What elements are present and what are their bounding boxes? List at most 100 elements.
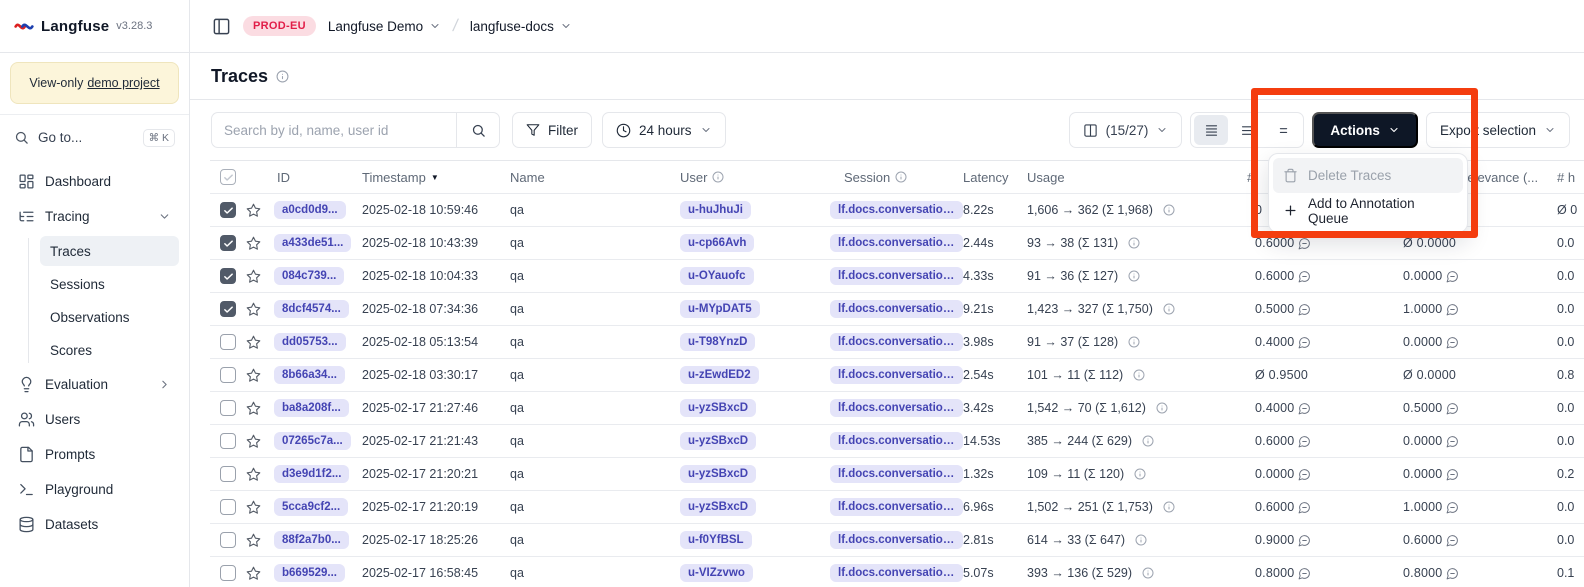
sidebar-item-scores[interactable]: Scores xyxy=(40,335,179,365)
demo-project-link[interactable]: demo project xyxy=(87,76,159,90)
row-checkbox[interactable] xyxy=(220,466,236,482)
star-icon[interactable] xyxy=(246,500,261,515)
star-icon[interactable] xyxy=(246,335,261,350)
sidebar-item-datasets[interactable]: Datasets xyxy=(10,509,179,540)
session-badge[interactable]: lf.docs.conversation... xyxy=(830,333,963,351)
table-row[interactable]: ba8a208f... 2025-02-17 21:27:46 qa u-yzS… xyxy=(210,392,1584,425)
export-selection-button[interactable]: Export selection xyxy=(1426,112,1570,148)
column-visibility-button[interactable]: (15/27) xyxy=(1069,112,1183,148)
row-height-large-button[interactable] xyxy=(1266,115,1300,145)
star-icon[interactable] xyxy=(246,302,261,317)
session-badge[interactable]: lf.docs.conversation... xyxy=(830,465,963,483)
user-badge[interactable]: u-f0YfBSL xyxy=(680,531,752,549)
sidebar-item-sessions[interactable]: Sessions xyxy=(40,269,179,299)
session-badge[interactable]: lf.docs.conversation... xyxy=(830,366,963,384)
star-icon[interactable] xyxy=(246,269,261,284)
trace-id-badge[interactable]: b669529... xyxy=(274,564,345,582)
user-badge[interactable]: u-yzSBxcD xyxy=(680,465,756,483)
user-badge[interactable]: u-cp66Avh xyxy=(680,234,754,252)
user-badge[interactable]: u-T98YnzD xyxy=(680,333,755,351)
table-row[interactable]: b669529... 2025-02-17 16:58:45 qa u-VIZz… xyxy=(210,557,1584,587)
table-row[interactable]: dd05753... 2025-02-18 05:13:54 qa u-T98Y… xyxy=(210,326,1584,359)
session-badge[interactable]: lf.docs.conversation... xyxy=(830,201,963,219)
trace-id-badge[interactable]: 8dcf4574... xyxy=(274,300,349,318)
sidebar-item-playground[interactable]: Playground xyxy=(10,474,179,505)
user-badge[interactable]: u-yzSBxcD xyxy=(680,432,756,450)
table-row[interactable]: 8b66a34... 2025-02-18 03:30:17 qa u-zEwd… xyxy=(210,359,1584,392)
row-checkbox[interactable] xyxy=(220,499,236,515)
project-selector[interactable]: langfuse-docs xyxy=(470,19,572,34)
user-badge[interactable]: u-VIZzvwo xyxy=(680,564,753,582)
table-row[interactable]: 88f2a7b0... 2025-02-17 18:25:26 qa u-f0Y… xyxy=(210,524,1584,557)
trace-id-badge[interactable]: 8b66a34... xyxy=(274,366,345,384)
session-badge[interactable]: lf.docs.conversation... xyxy=(830,498,963,516)
trace-id-badge[interactable]: dd05753... xyxy=(274,333,346,351)
row-checkbox[interactable] xyxy=(220,565,236,581)
menu-item-delete-traces[interactable]: Delete Traces xyxy=(1273,158,1463,193)
trace-id-badge[interactable]: a0cd0d9... xyxy=(274,201,346,219)
org-selector[interactable]: Langfuse Demo xyxy=(328,19,441,34)
actions-button[interactable]: Actions xyxy=(1312,112,1418,148)
row-checkbox[interactable] xyxy=(220,301,236,317)
trace-id-badge[interactable]: ba8a208f... xyxy=(274,399,349,417)
session-badge[interactable]: lf.docs.conversation... xyxy=(830,234,963,252)
sidebar-item-tracing[interactable]: Tracing xyxy=(10,201,179,232)
star-icon[interactable] xyxy=(246,566,261,581)
table-row[interactable]: d3e9d1f2... 2025-02-17 21:20:21 qa u-yzS… xyxy=(210,458,1584,491)
star-icon[interactable] xyxy=(246,401,261,416)
row-checkbox[interactable] xyxy=(220,202,236,218)
trace-id-badge[interactable]: 084c739... xyxy=(274,267,344,285)
user-badge[interactable]: u-yzSBxcD xyxy=(680,498,756,516)
row-checkbox[interactable] xyxy=(220,532,236,548)
filter-button[interactable]: Filter xyxy=(512,112,592,148)
trace-id-badge[interactable]: 5cca9cf2... xyxy=(274,498,348,516)
session-badge[interactable]: lf.docs.conversation... xyxy=(830,267,963,285)
user-badge[interactable]: u-MYpDAT5 xyxy=(680,300,760,318)
star-icon[interactable] xyxy=(246,533,261,548)
trace-id-badge[interactable]: 07265c7a... xyxy=(274,432,351,450)
search-input[interactable] xyxy=(211,112,456,148)
search-submit-button[interactable] xyxy=(456,112,500,148)
table-row[interactable]: 5cca9cf2... 2025-02-17 21:20:19 qa u-yzS… xyxy=(210,491,1584,524)
row-height-medium-button[interactable] xyxy=(1230,115,1264,145)
trace-id-badge[interactable]: d3e9d1f2... xyxy=(274,465,349,483)
table-row[interactable]: 084c739... 2025-02-18 10:04:33 qa u-OYau… xyxy=(210,260,1584,293)
header-timestamp[interactable]: Timestamp▼ xyxy=(362,170,510,185)
user-badge[interactable]: u-OYauofc xyxy=(680,267,754,285)
session-badge[interactable]: lf.docs.conversation... xyxy=(830,399,963,417)
sidebar-item-dashboard[interactable]: Dashboard xyxy=(10,166,179,197)
session-badge[interactable]: lf.docs.conversation... xyxy=(830,432,963,450)
star-icon[interactable] xyxy=(246,203,261,218)
star-icon[interactable] xyxy=(246,434,261,449)
sidebar-item-evaluation[interactable]: Evaluation xyxy=(10,369,179,400)
session-badge[interactable]: lf.docs.conversation... xyxy=(830,564,963,582)
session-badge[interactable]: lf.docs.conversation... xyxy=(830,531,963,549)
user-badge[interactable]: u-huJhuJi xyxy=(680,201,751,219)
table-row[interactable]: 8dcf4574... 2025-02-18 07:34:36 qa u-MYp… xyxy=(210,293,1584,326)
star-icon[interactable] xyxy=(246,236,261,251)
sidebar-item-prompts[interactable]: Prompts xyxy=(10,439,179,470)
sidebar-item-users[interactable]: Users xyxy=(10,404,179,435)
select-all-checkbox[interactable] xyxy=(220,169,236,185)
user-badge[interactable]: u-zEwdED2 xyxy=(680,366,759,384)
session-badge[interactable]: lf.docs.conversation... xyxy=(830,300,963,318)
row-height-small-button[interactable] xyxy=(1194,115,1228,145)
sidebar-item-traces[interactable]: Traces xyxy=(40,236,179,266)
row-checkbox[interactable] xyxy=(220,268,236,284)
time-range-button[interactable]: 24 hours xyxy=(602,112,726,148)
row-checkbox[interactable] xyxy=(220,367,236,383)
sidebar-item-observations[interactable]: Observations xyxy=(40,302,179,332)
star-icon[interactable] xyxy=(246,467,261,482)
star-icon[interactable] xyxy=(246,368,261,383)
menu-item-add-to-annotation-queue[interactable]: Add to Annotation Queue xyxy=(1273,193,1463,228)
row-checkbox[interactable] xyxy=(220,433,236,449)
trace-id-badge[interactable]: 88f2a7b0... xyxy=(274,531,349,549)
user-badge[interactable]: u-yzSBxcD xyxy=(680,399,756,417)
row-checkbox[interactable] xyxy=(220,334,236,350)
goto-search[interactable]: Go to... ⌘ K xyxy=(0,114,189,160)
trace-id-badge[interactable]: a433de51... xyxy=(274,234,351,252)
table-row[interactable]: 07265c7a... 2025-02-17 21:21:43 qa u-yzS… xyxy=(210,425,1584,458)
row-checkbox[interactable] xyxy=(220,235,236,251)
sidebar-toggle-icon[interactable] xyxy=(212,17,231,36)
row-checkbox[interactable] xyxy=(220,400,236,416)
